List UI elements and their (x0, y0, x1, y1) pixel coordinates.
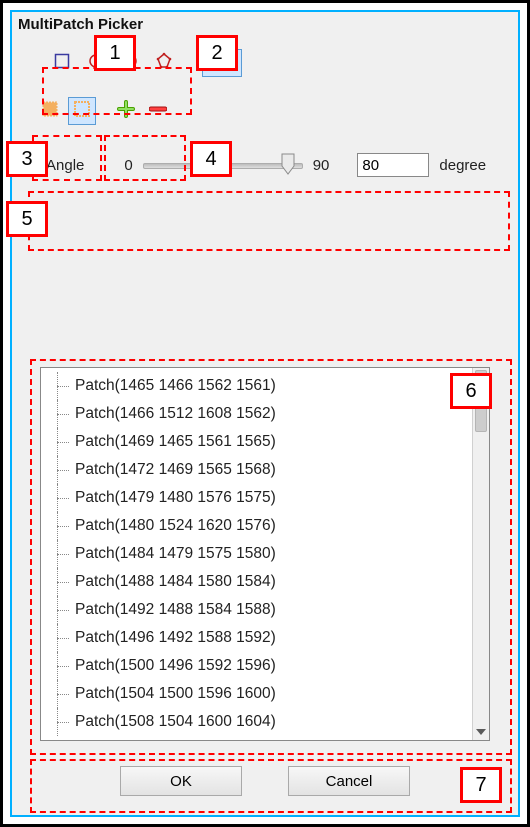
tree-branch-icon (45, 484, 75, 512)
list-item[interactable]: Patch(1488 1484 1580 1584) (45, 568, 471, 596)
list-item[interactable]: Patch(1496 1492 1588 1592) (45, 624, 471, 652)
list-item-label: Patch(1504 1500 1596 1600) (75, 685, 276, 703)
angle-slider[interactable] (143, 153, 303, 177)
list-item[interactable]: Patch(1492 1488 1584 1588) (45, 596, 471, 624)
list-item[interactable]: Patch(1484 1479 1575 1580) (45, 540, 471, 568)
list-item-label: Patch(1488 1484 1580 1584) (75, 573, 276, 591)
dialog-button-row: OK Cancel (12, 766, 518, 796)
tree-branch-icon (45, 596, 75, 624)
list-item-label: Patch(1496 1492 1588 1592) (75, 629, 276, 647)
list-item[interactable]: Patch(1469 1465 1561 1565) (45, 428, 471, 456)
list-item-label: Patch(1466 1512 1608 1562) (75, 405, 276, 423)
list-item[interactable]: Patch(1472 1469 1565 1568) (45, 456, 471, 484)
tree-branch-icon (45, 624, 75, 652)
list-item-label: Patch(1508 1504 1600 1604) (75, 713, 276, 731)
adj-button[interactable]: Adj (202, 49, 242, 77)
cancel-label: Cancel (326, 773, 373, 790)
circle-shape-button[interactable] (116, 49, 144, 77)
list-item[interactable]: Patch(1508 1504 1600 1604) (45, 708, 471, 736)
angle-max: 90 (313, 157, 330, 174)
list-item[interactable]: Patch(1479 1480 1576 1575) (45, 484, 471, 512)
slider-thumb-icon[interactable] (281, 153, 295, 175)
plus-icon (117, 100, 135, 122)
list-item-label: Patch(1492 1488 1584 1588) (75, 601, 276, 619)
polygon-shape-button[interactable] (150, 49, 178, 77)
tree-branch-icon (45, 372, 75, 400)
shape-toolbar: Adj (12, 35, 518, 83)
ok-label: OK (170, 773, 192, 790)
multipatch-picker-window: MultiPatch Picker (10, 10, 520, 817)
patch-b-icon (73, 100, 91, 122)
list-item[interactable]: Patch(1504 1500 1596 1600) (45, 680, 471, 708)
square-shape-button[interactable] (48, 49, 76, 77)
list-item-label: Patch(1469 1465 1561 1565) (75, 433, 276, 451)
tree-branch-icon (45, 652, 75, 680)
list-item[interactable]: Patch(1465 1466 1562 1561) (45, 372, 471, 400)
scrollbar[interactable] (472, 368, 489, 740)
circle-icon (122, 53, 138, 73)
window-title: MultiPatch Picker (12, 12, 518, 35)
tree-branch-icon (45, 568, 75, 596)
list-item-label: Patch(1479 1480 1576 1575) (75, 489, 276, 507)
list-item[interactable]: Patch(1480 1524 1620 1576) (45, 512, 471, 540)
tree-branch-icon (45, 708, 75, 736)
square-icon (54, 53, 70, 73)
angle-unit: degree (439, 157, 486, 174)
angle-label: Angle (46, 157, 84, 174)
list-item-label: Patch(1472 1469 1565 1568) (75, 461, 276, 479)
angle-row: Angle 0 90 degree (12, 131, 518, 183)
circle-dot-shape-button[interactable] (82, 49, 110, 77)
tree-branch-icon (45, 400, 75, 428)
add-button[interactable] (112, 97, 140, 125)
circle-dot-icon (88, 53, 104, 73)
polygon-icon (155, 52, 173, 74)
tree-branch-icon (45, 456, 75, 484)
annotation-region-5 (28, 191, 510, 251)
cancel-button[interactable]: Cancel (288, 766, 410, 796)
patch-mode-a-button[interactable] (36, 97, 64, 125)
scrollbar-thumb[interactable] (475, 370, 487, 432)
patch-toolbar (12, 83, 518, 131)
adj-label: Adj (211, 55, 233, 72)
tree-branch-icon (45, 512, 75, 540)
patch-listbox[interactable]: Patch(1465 1466 1562 1561) Patch(1466 151… (40, 367, 490, 741)
remove-button[interactable] (144, 97, 172, 125)
list-item-label: Patch(1465 1466 1562 1561) (75, 377, 276, 395)
list-item-label: Patch(1480 1524 1620 1576) (75, 517, 276, 535)
list-item[interactable]: Patch(1466 1512 1608 1562) (45, 400, 471, 428)
list-item[interactable]: Patch(1500 1496 1592 1596) (45, 652, 471, 680)
list-item-label: Patch(1500 1496 1592 1596) (75, 657, 276, 675)
patch-mode-b-button[interactable] (68, 97, 96, 125)
tree-branch-icon (45, 540, 75, 568)
patch-a-icon (41, 100, 59, 122)
callout-5: 5 (6, 201, 48, 237)
chevron-down-icon[interactable] (473, 724, 489, 740)
tree-branch-icon (45, 680, 75, 708)
ok-button[interactable]: OK (120, 766, 242, 796)
minus-icon (149, 100, 167, 122)
tree-branch-icon (45, 428, 75, 456)
list-item-label: Patch(1484 1479 1575 1580) (75, 545, 276, 563)
angle-min: 0 (124, 157, 132, 174)
angle-input[interactable] (357, 153, 429, 177)
